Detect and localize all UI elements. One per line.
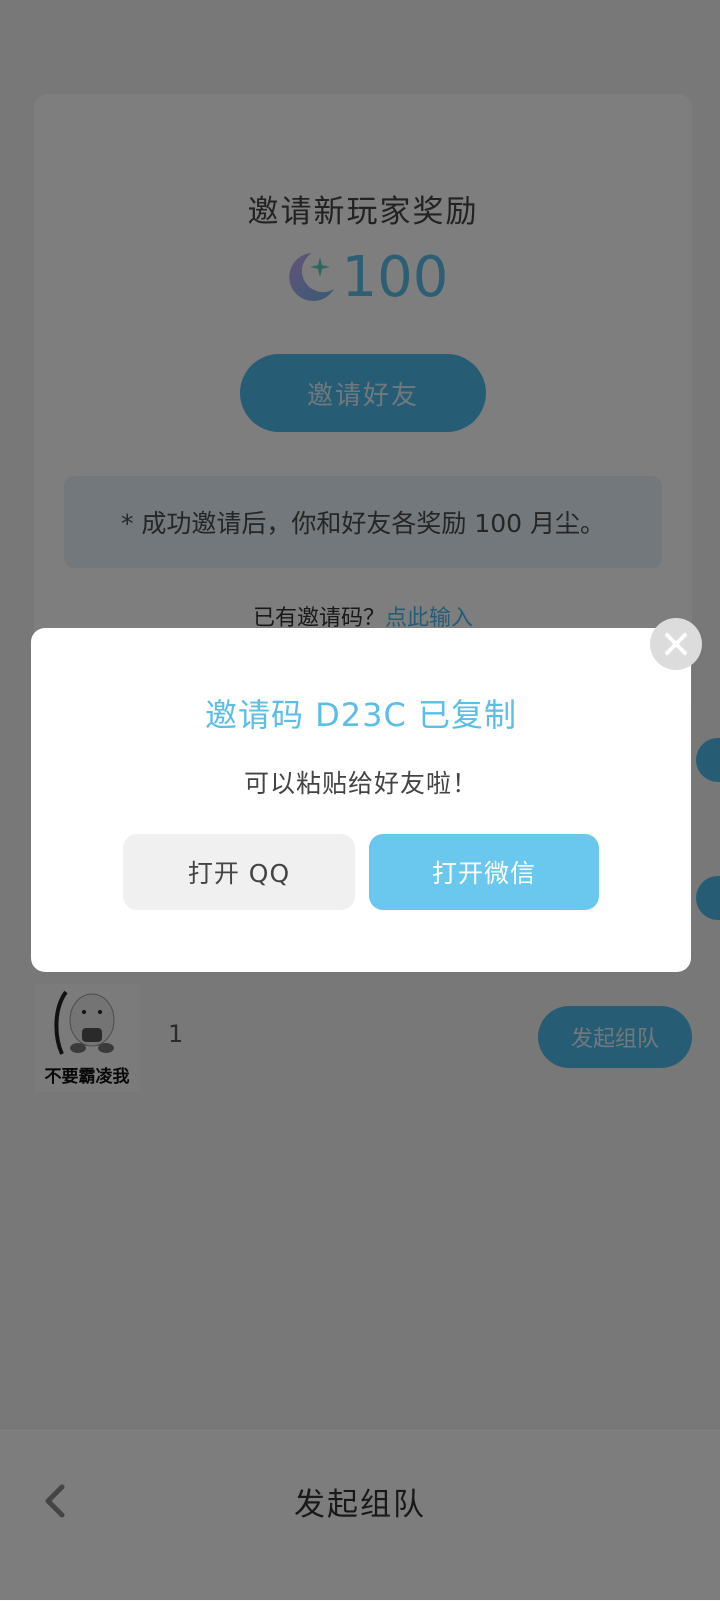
close-dialog-button[interactable] — [650, 618, 702, 670]
dialog-title: 邀请码 D23C 已复制 — [204, 696, 518, 734]
copied-dialog: 邀请码 D23C 已复制 可以粘贴给好友啦！ 打开 QQ 打开微信 — [31, 628, 691, 972]
dialog-subtitle: 可以粘贴给好友啦！ — [243, 769, 478, 798]
close-icon — [665, 633, 687, 655]
open-wechat-button[interactable]: 打开微信 — [369, 834, 599, 910]
open-qq-button[interactable]: 打开 QQ — [123, 834, 355, 910]
